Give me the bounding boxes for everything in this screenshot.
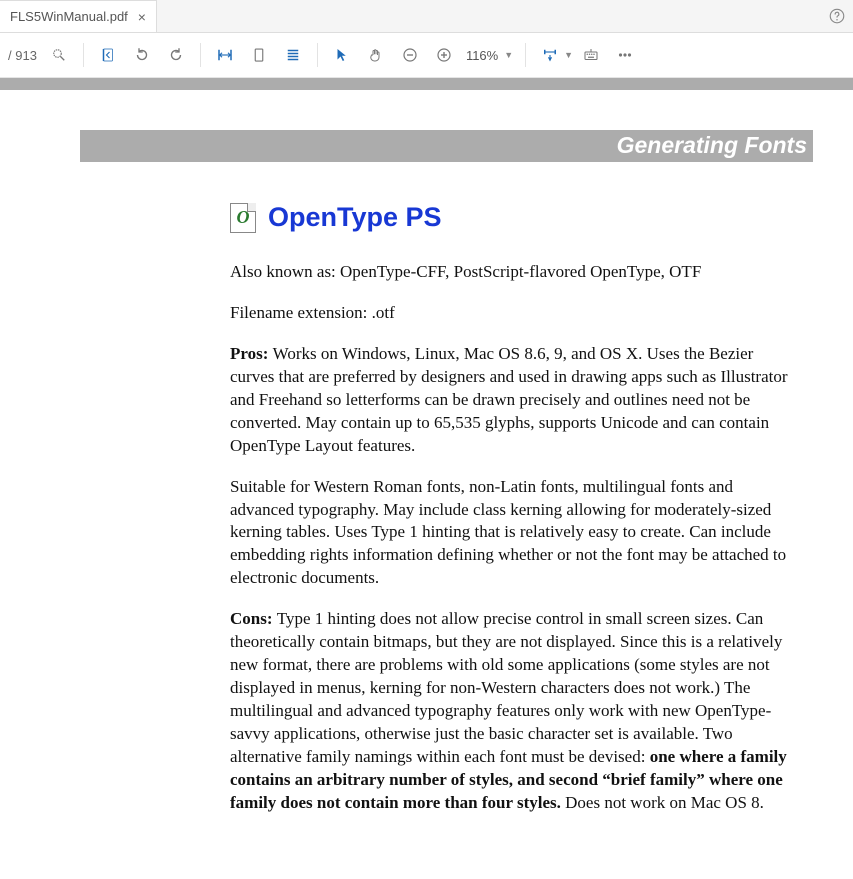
cons-text-a: Type 1 hinting does not allow precise co… xyxy=(230,609,782,766)
tabstrip-spacer xyxy=(157,0,821,32)
zoom-value: 116% xyxy=(466,48,498,63)
rotate-ccw-icon xyxy=(133,46,151,64)
hand-icon xyxy=(367,46,385,64)
cons-label: Cons: xyxy=(230,609,277,628)
cursor-icon xyxy=(333,46,351,64)
zoom-in-button[interactable] xyxy=(428,39,460,71)
reflow-icon xyxy=(541,46,559,64)
aka-label: Also known as: xyxy=(230,262,340,281)
continuous-page-button[interactable] xyxy=(277,39,309,71)
page-title: OpenType PS xyxy=(268,202,442,233)
zoom-out-button[interactable] xyxy=(394,39,426,71)
page-top-stripe xyxy=(0,78,853,90)
ext-line: Filename extension: .otf xyxy=(230,302,793,325)
help-icon xyxy=(828,7,846,25)
separator xyxy=(83,43,84,67)
page: Generating Fonts O OpenType PS Also know… xyxy=(0,130,853,873)
opentype-file-icon-letter: O xyxy=(237,207,250,228)
body-text: Also known as: OpenType-CFF, PostScript-… xyxy=(230,261,793,815)
rotate-ccw-button[interactable] xyxy=(126,39,158,71)
close-icon[interactable]: × xyxy=(138,9,146,25)
keyboard-icon xyxy=(582,46,600,64)
separator xyxy=(525,43,526,67)
ellipsis-icon xyxy=(616,46,634,64)
section-banner: Generating Fonts xyxy=(80,130,813,162)
go-to-first-page-button[interactable] xyxy=(92,39,124,71)
single-page-icon xyxy=(250,46,268,64)
help-button[interactable] xyxy=(821,0,853,32)
cons-paragraph: Cons: Type 1 hinting does not allow prec… xyxy=(230,608,793,814)
toolbar: / 913 116% ▼ ▼ xyxy=(0,33,853,78)
reflow-button[interactable] xyxy=(534,39,566,71)
single-page-button[interactable] xyxy=(243,39,275,71)
rotate-cw-icon xyxy=(167,46,185,64)
ext-label: Filename extension: xyxy=(230,303,372,322)
tab-title: FLS5WinManual.pdf xyxy=(10,9,128,24)
zoom-dropdown[interactable]: 116% ▼ xyxy=(462,48,517,63)
pros-label: Pros: xyxy=(230,344,273,363)
pros-paragraph: Pros: Works on Windows, Linux, Mac OS 8.… xyxy=(230,343,793,458)
magnifier-icon xyxy=(50,46,68,64)
heading-row: O OpenType PS xyxy=(230,202,793,233)
continuous-page-icon xyxy=(284,46,302,64)
opentype-file-icon: O xyxy=(230,203,256,233)
zoom-in-icon xyxy=(435,46,453,64)
document-tab[interactable]: FLS5WinManual.pdf × xyxy=(0,0,157,32)
tab-strip: FLS5WinManual.pdf × xyxy=(0,0,853,33)
aka-line: Also known as: OpenType-CFF, PostScript-… xyxy=(230,261,793,284)
select-tool-button[interactable] xyxy=(326,39,358,71)
hand-tool-button[interactable] xyxy=(360,39,392,71)
keyboard-button[interactable] xyxy=(575,39,607,71)
zoom-out-icon xyxy=(401,46,419,64)
separator xyxy=(200,43,201,67)
page-count: / 913 xyxy=(8,48,37,63)
page-count-total: 913 xyxy=(15,48,37,63)
separator xyxy=(317,43,318,67)
rotate-cw-button[interactable] xyxy=(160,39,192,71)
first-page-icon xyxy=(99,46,117,64)
pros-text: Works on Windows, Linux, Mac OS 8.6, 9, … xyxy=(230,344,788,455)
reflow-caret-icon[interactable]: ▼ xyxy=(564,50,573,60)
fit-width-button[interactable] xyxy=(209,39,241,71)
fit-width-icon xyxy=(216,46,234,64)
ext-value: .otf xyxy=(372,303,395,322)
cons-text-c: Does not work on Mac OS 8. xyxy=(561,793,764,812)
document-viewport: Generating Fonts O OpenType PS Also know… xyxy=(0,78,853,873)
find-button[interactable] xyxy=(43,39,75,71)
suitable-paragraph: Suitable for Western Roman fonts, non-La… xyxy=(230,476,793,591)
more-button[interactable] xyxy=(609,39,641,71)
caret-down-icon: ▼ xyxy=(504,50,513,60)
aka-value: OpenType-CFF, PostScript-flavored OpenTy… xyxy=(340,262,701,281)
